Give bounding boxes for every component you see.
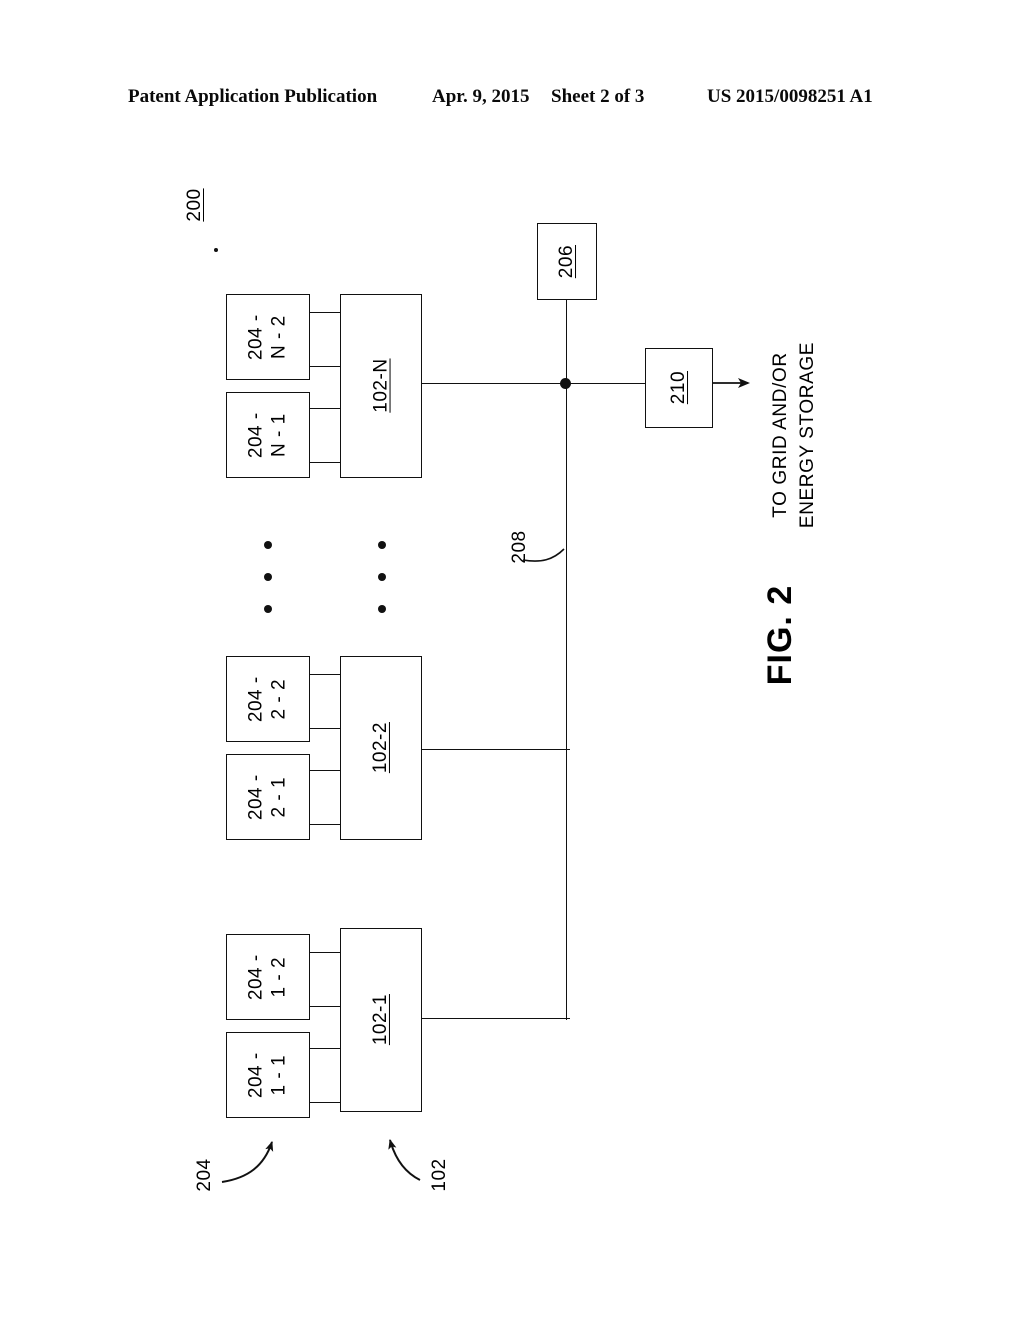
callout-208-leader [522, 548, 565, 562]
figure-2-drawing: 200 FIG. 2 204 - N - 2 204 - N - 1 102-N [0, 0, 1024, 1320]
callout-102-arrow [388, 1139, 421, 1181]
callout-204-arrow [221, 1141, 274, 1183]
leader-lines-overlay [221, 378, 750, 1183]
